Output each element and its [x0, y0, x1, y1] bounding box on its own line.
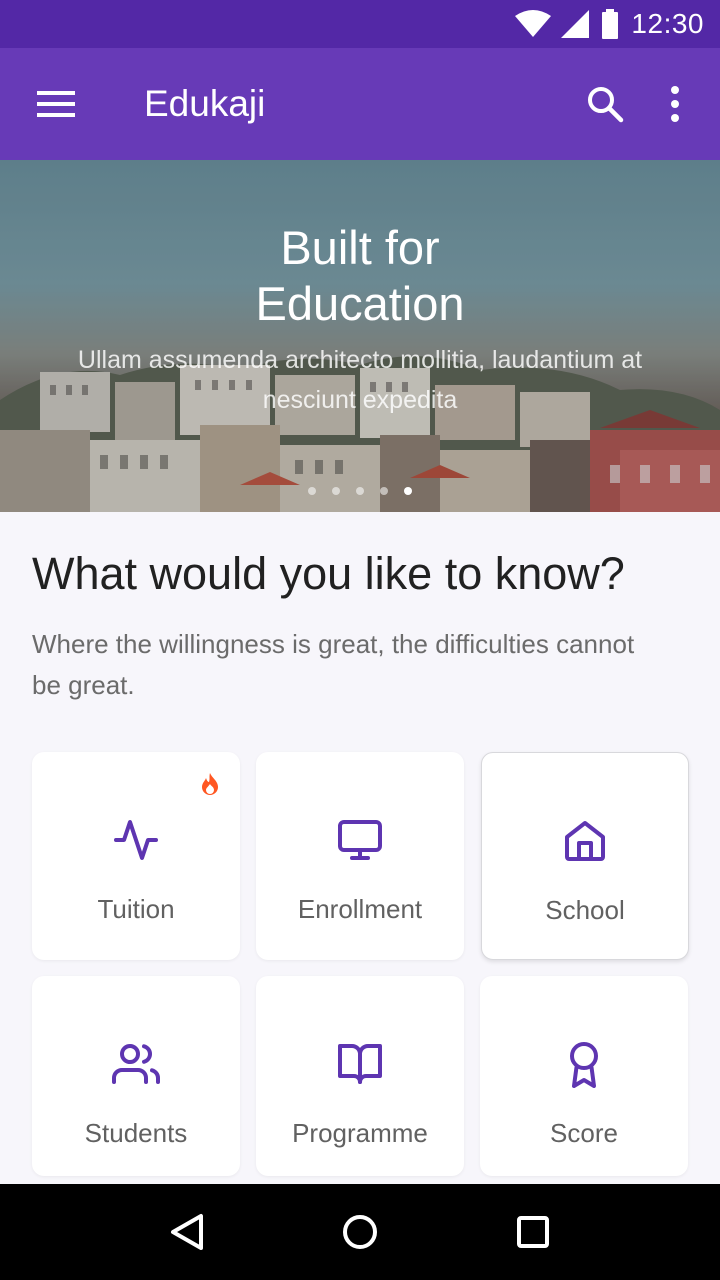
hamburger-menu-icon: [37, 91, 75, 117]
hero-carousel[interactable]: Built for Education Ullam assumenda arch…: [0, 160, 720, 512]
system-navigation-bar: [0, 1184, 720, 1280]
section-title: What would you like to know?: [32, 548, 625, 599]
category-card-students[interactable]: Students: [32, 976, 240, 1176]
recents-button[interactable]: [493, 1184, 573, 1280]
monitor-icon: [338, 820, 382, 860]
carousel-indicator: [0, 487, 720, 495]
hero-subtitle: Ullam assumenda architecto mollitia, lau…: [77, 346, 643, 414]
category-card-school[interactable]: School: [481, 752, 689, 960]
category-card-enrollment[interactable]: Enrollment: [256, 752, 464, 960]
category-label: Score: [550, 1118, 618, 1148]
back-triangle-icon: [170, 1214, 203, 1250]
category-card-score[interactable]: Score: [480, 976, 688, 1176]
carousel-dot[interactable]: [380, 487, 388, 495]
menu-button[interactable]: [0, 48, 112, 160]
app-bar: Edukaji: [0, 48, 720, 160]
app-title: Edukaji: [144, 83, 266, 124]
hero-title: Built for Education: [0, 220, 720, 332]
category-card-tuition[interactable]: Tuition: [32, 752, 240, 960]
award-icon: [570, 1042, 598, 1088]
section-subtitle: Where the willingness is great, the diff…: [32, 629, 635, 700]
fire-icon: [200, 772, 220, 801]
carousel-dot[interactable]: [308, 487, 316, 495]
users-icon: [112, 1044, 160, 1084]
category-label: Enrollment: [297, 894, 423, 924]
category-label: Students: [84, 1118, 188, 1148]
home-circle-icon: [342, 1215, 377, 1249]
search-button[interactable]: [570, 48, 640, 160]
cellular-signal-icon: [561, 10, 590, 38]
carousel-dot[interactable]: [332, 487, 340, 495]
recents-square-icon: [517, 1216, 550, 1248]
more-options-button[interactable]: [640, 48, 710, 160]
hero-title-line1: Built for: [280, 221, 440, 274]
carousel-dot-active[interactable]: [404, 487, 412, 495]
category-label: Tuition: [97, 894, 175, 924]
status-time: 12:30: [631, 8, 704, 39]
battery-icon: [602, 9, 619, 39]
carousel-dot[interactable]: [356, 487, 364, 495]
status-bar: 12:30: [0, 0, 720, 48]
category-card-programme[interactable]: Programme: [256, 976, 464, 1176]
home-button[interactable]: [320, 1184, 400, 1280]
wifi-icon: [515, 10, 552, 37]
search-icon: [588, 87, 624, 123]
hero-title-line2: Education: [255, 277, 465, 330]
book-open-icon: [338, 1044, 382, 1084]
home-icon: [565, 821, 605, 861]
activity-icon: [114, 820, 158, 860]
category-label: Programme: [292, 1118, 428, 1148]
hero-overlay: [0, 160, 720, 512]
back-button[interactable]: [147, 1184, 227, 1280]
more-vertical-icon: [671, 86, 679, 122]
category-label: School: [545, 895, 625, 925]
